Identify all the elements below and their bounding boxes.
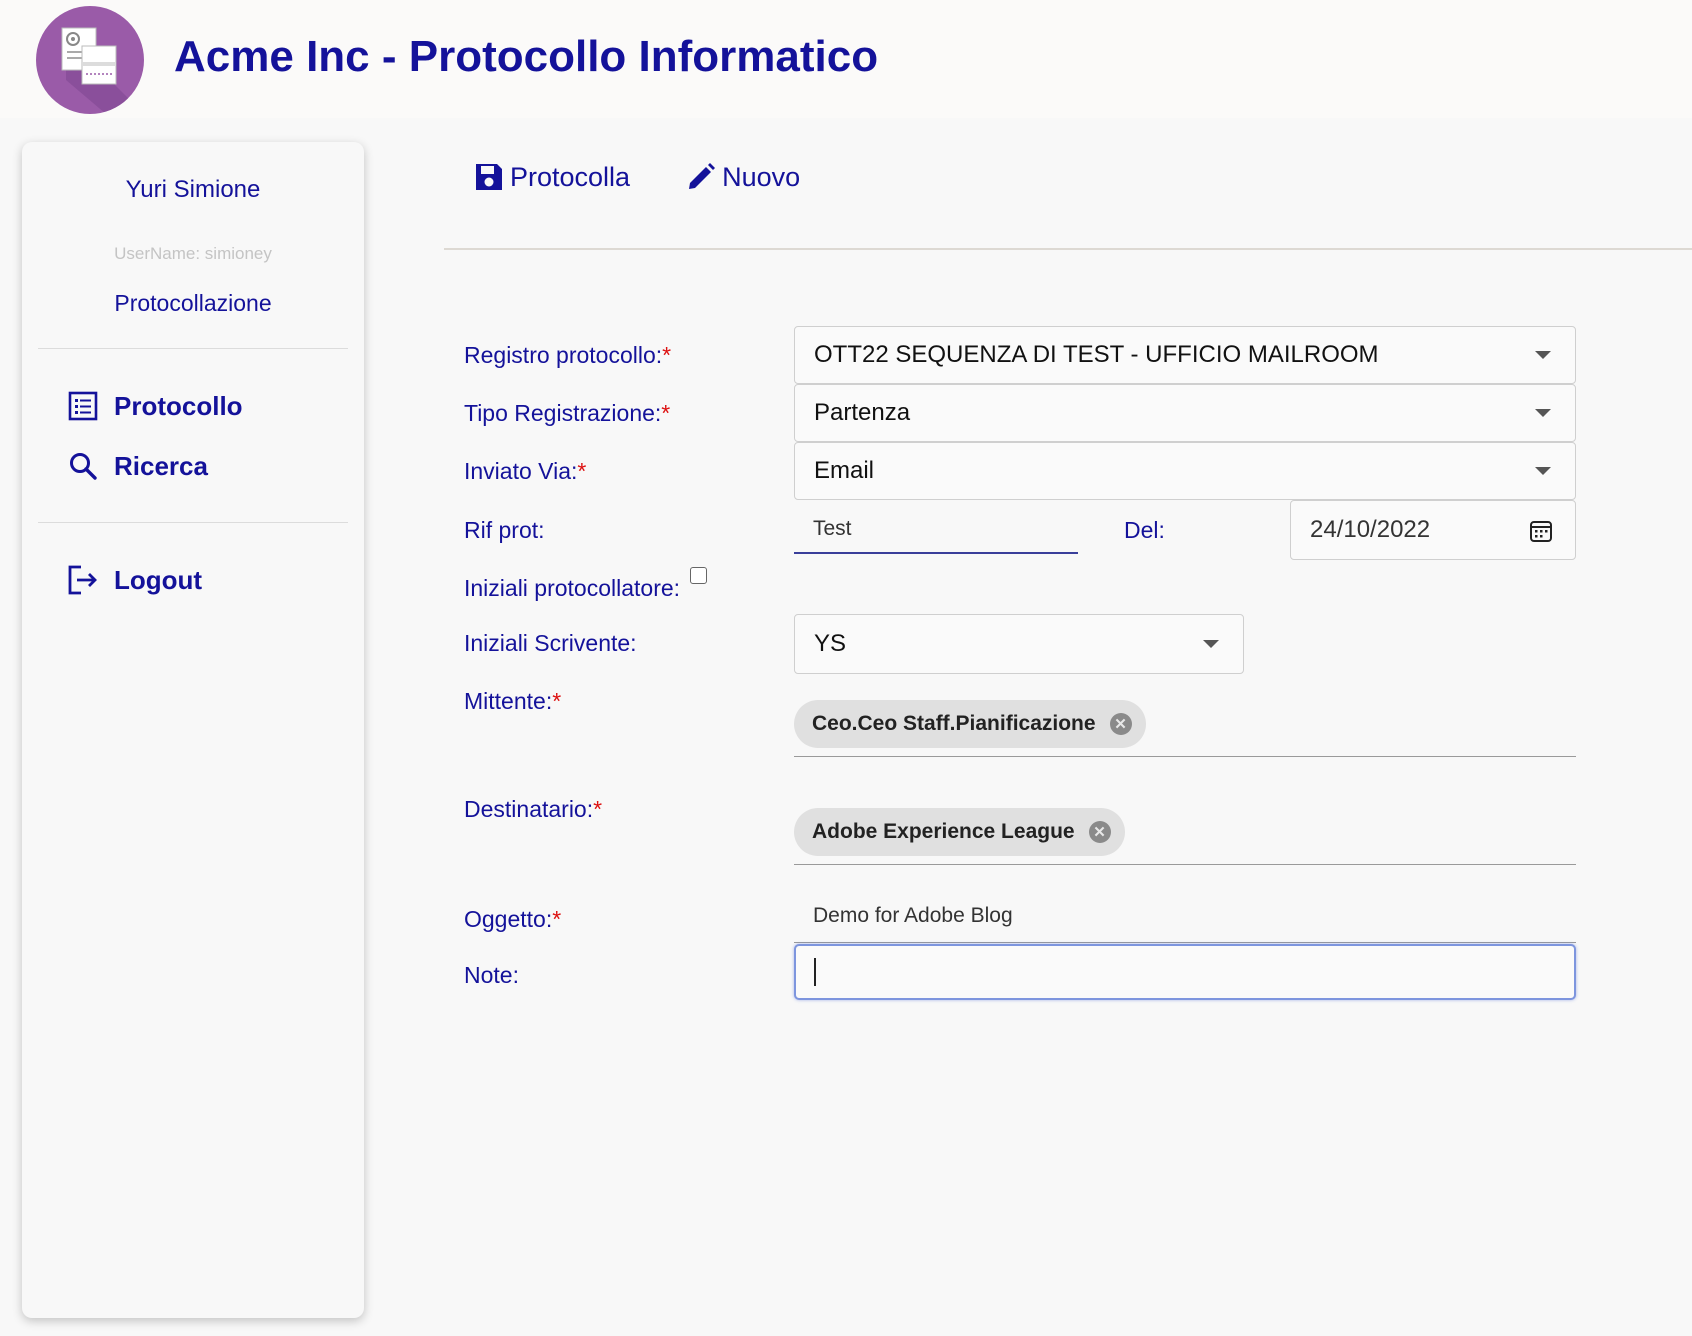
required-marker: * (552, 688, 562, 714)
destinatario-chip[interactable]: Adobe Experience League ✕ (794, 808, 1125, 856)
registro-label: Registro protocollo:* (464, 342, 672, 368)
oggetto-input[interactable]: Demo for Adobe Blog (794, 892, 1576, 940)
toolbar: Protocolla Nuovo (474, 160, 800, 194)
sidebar-item-protocollo[interactable]: Protocollo (66, 386, 243, 426)
chevron-down-icon (1535, 351, 1551, 359)
rif-value: Test (813, 517, 852, 540)
chip-label: Adobe Experience League (812, 820, 1075, 843)
oggetto-value: Demo for Adobe Blog (813, 904, 1013, 927)
sidebar-divider (38, 522, 348, 523)
registro-select[interactable]: OTT22 SEQUENZA DI TEST - UFFICIO MAILROO… (794, 326, 1576, 384)
oggetto-label: Oggetto:* (464, 906, 562, 932)
sidebar-item-ricerca[interactable]: Ricerca (66, 446, 208, 486)
iniziali-prot-label: Iniziali protocollatore: (464, 575, 681, 601)
mittente-underline (794, 756, 1576, 757)
note-input[interactable] (794, 944, 1576, 1000)
chevron-down-icon (1203, 640, 1219, 648)
tipo-select[interactable]: Partenza (794, 384, 1576, 442)
search-icon (66, 449, 100, 483)
user-section: Protocollazione (114, 290, 272, 316)
inviato-value: Email (814, 457, 875, 484)
app-logo (36, 6, 144, 114)
app-title: Acme Inc - Protocollo Informatico (174, 32, 879, 81)
text-cursor (814, 958, 816, 986)
inviato-label: Inviato Via:* (464, 458, 587, 484)
tipo-value: Partenza (814, 399, 911, 426)
list-icon (66, 389, 100, 423)
del-label: Del: (1124, 517, 1165, 543)
chip-label: Ceo.Ceo Staff.Pianificazione (812, 712, 1096, 735)
protocolla-label: Protocolla (510, 161, 631, 192)
close-icon[interactable]: ✕ (1109, 713, 1132, 735)
sidebar-item-label: Logout (114, 564, 203, 595)
oggetto-underline (794, 942, 1576, 943)
sidebar-divider (38, 348, 348, 349)
close-icon[interactable]: ✕ (1088, 821, 1111, 843)
note-label: Note: (464, 962, 519, 988)
rif-label: Rif prot: (464, 517, 545, 543)
del-value: 24/10/2022 (1310, 516, 1431, 543)
iniziali-scr-value: YS (814, 630, 847, 657)
registro-value: OTT22 SEQUENZA DI TEST - UFFICIO MAILROO… (814, 341, 1379, 368)
required-marker: * (552, 906, 562, 932)
nuovo-label: Nuovo (722, 161, 801, 192)
sidebar: Yuri Simione UserName: simioney Protocol… (22, 142, 364, 1318)
user-login: UserName: simioney (114, 244, 272, 263)
chevron-down-icon (1535, 467, 1551, 475)
destinatario-label: Destinatario:* (464, 796, 603, 822)
mittente-chip[interactable]: Ceo.Ceo Staff.Pianificazione ✕ (794, 700, 1146, 748)
del-date-input[interactable]: 24/10/2022 (1290, 500, 1576, 560)
logout-icon (66, 563, 100, 597)
mittente-label: Mittente:* (464, 688, 562, 714)
sidebar-item-label: Protocollo (114, 390, 243, 421)
nuovo-button[interactable]: Nuovo (686, 160, 800, 194)
chevron-down-icon (1535, 409, 1551, 417)
required-marker: * (593, 796, 603, 822)
save-icon (474, 160, 506, 194)
app-header: Acme Inc - Protocollo Informatico (0, 0, 1692, 118)
pencil-icon (686, 160, 718, 194)
iniziali-prot-checkbox[interactable] (690, 567, 707, 584)
required-marker: * (577, 458, 587, 484)
iniziali-scr-label: Iniziali Scrivente: (464, 630, 637, 656)
rif-underline (794, 552, 1078, 554)
toolbar-divider (444, 248, 1692, 250)
sidebar-item-label: Ricerca (114, 450, 208, 481)
document-gear-icon (61, 27, 130, 114)
rif-input[interactable]: Test (794, 506, 1078, 552)
required-marker: * (662, 342, 672, 368)
required-marker: * (661, 400, 671, 426)
tipo-label: Tipo Registrazione:* (464, 400, 671, 426)
sidebar-item-logout[interactable]: Logout (66, 560, 202, 600)
protocolla-button[interactable]: Protocolla (474, 160, 630, 194)
calendar-icon[interactable] (1529, 519, 1553, 550)
destinatario-underline (794, 864, 1576, 865)
iniziali-scr-select[interactable]: YS (794, 614, 1244, 674)
inviato-select[interactable]: Email (794, 442, 1576, 500)
user-name: Yuri Simione (125, 176, 261, 203)
